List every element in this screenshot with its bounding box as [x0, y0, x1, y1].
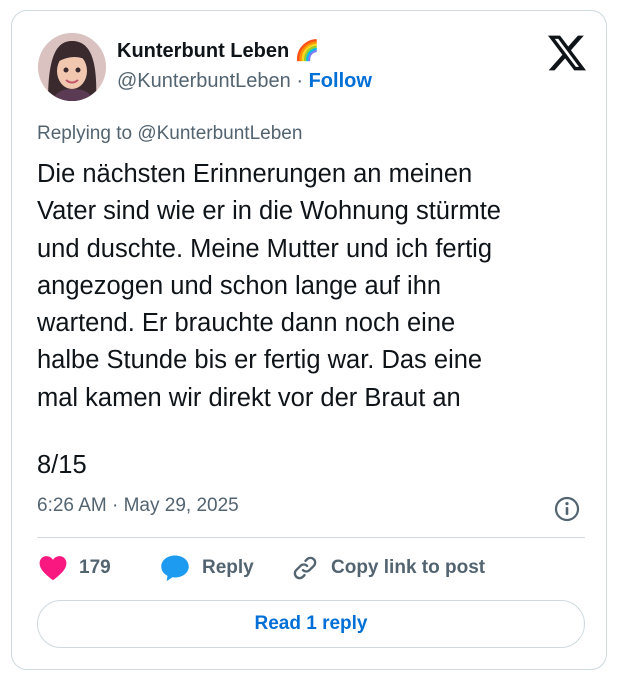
- heart-icon: [39, 556, 67, 581]
- divider: [37, 537, 585, 538]
- tweet-line: angezogen und schon lange auf ihn: [37, 271, 442, 300]
- reply-button[interactable]: Reply: [160, 553, 254, 583]
- link-icon: [293, 556, 317, 580]
- tweet-line: wartend. Er brauchte dann noch eine: [37, 309, 456, 338]
- read-reply-button[interactable]: Read 1 reply: [37, 600, 585, 648]
- like-button[interactable]: 179: [39, 553, 111, 583]
- speech-bubble-icon: [161, 555, 189, 582]
- tweet-line: und duschte. Meine Mutter und ich fertig: [37, 234, 493, 263]
- replying-to[interactable]: Replying to @KunterbuntLeben: [37, 123, 302, 145]
- tweet-card: Kunterbunt Leben 🌈 @KunterbuntLeben · Fo…: [11, 10, 607, 670]
- thread-counter: 8/15: [37, 451, 87, 479]
- separator: ·: [296, 70, 304, 92]
- like-count: 179: [79, 557, 111, 578]
- x-logo-icon[interactable]: [548, 35, 586, 71]
- timestamp[interactable]: 6:26 AM · May 29, 2025: [37, 495, 239, 517]
- tweet-line: Vater sind wie er in die Wohnung stürmte: [37, 197, 501, 226]
- copy-link-button[interactable]: Copy link to post: [291, 553, 485, 583]
- tweet-line: halbe Stunde bis er fertig war. Das eine: [37, 346, 483, 375]
- copy-link-label: Copy link to post: [331, 557, 486, 578]
- tweet-text: Die nächsten Erinnerungen an meinen Vate…: [37, 156, 597, 417]
- info-icon[interactable]: [553, 495, 581, 523]
- follow-button[interactable]: Follow: [309, 70, 372, 92]
- handle[interactable]: @KunterbuntLeben: [117, 70, 291, 92]
- avatar[interactable]: [38, 33, 106, 101]
- display-name[interactable]: Kunterbunt Leben 🌈: [117, 38, 320, 63]
- handle-row: @KunterbuntLeben · Follow: [117, 70, 372, 93]
- tweet-line: mal kamen wir direkt vor der Braut an: [37, 383, 461, 412]
- tweet-line: Die nächsten Erinnerungen an meinen: [37, 160, 473, 188]
- reply-label: Reply: [202, 557, 254, 578]
